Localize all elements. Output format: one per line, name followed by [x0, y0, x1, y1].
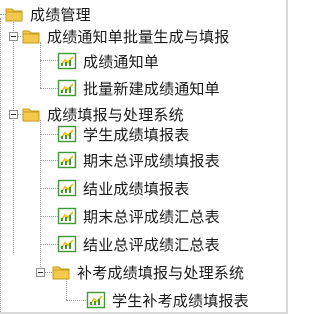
tree-node-root[interactable]: 成绩管理 [4, 2, 91, 26]
tree-node-report[interactable]: 学生成绩填报表 [57, 122, 189, 146]
report-icon [57, 125, 77, 143]
tree-node-label: 学生补考成绩填报表 [112, 291, 249, 310]
report-icon [57, 52, 77, 70]
tree-node-folder[interactable]: 成绩通知单批量生成与填报 [21, 24, 229, 48]
tree-node-report[interactable]: 成绩通知单 [57, 49, 159, 73]
tree-node-folder[interactable]: 补考成绩填报与处理系统 [51, 260, 244, 284]
tree-node-report[interactable]: 期末总评成绩填报表 [57, 148, 220, 172]
tree-node-label: 补考成绩填报与处理系统 [77, 263, 245, 282]
folder-icon [52, 266, 70, 280]
folder-icon [22, 108, 40, 122]
tree-connector [0, 18, 1, 314]
tree-view[interactable]: 成绩管理 成绩通知单批量生成与填报 成绩通知单 批量新建成绩通知单 成绩填报与处… [0, 0, 288, 314]
tree-node-label: 成绩管理 [30, 5, 91, 24]
report-icon [57, 79, 77, 97]
tree-node-label: 成绩通知单批量生成与填报 [47, 27, 230, 46]
report-icon [86, 291, 106, 309]
tree-node-label: 期末总评成绩汇总表 [83, 207, 220, 226]
tree-node-report[interactable]: 结业成绩填报表 [57, 176, 189, 200]
tree-node-report[interactable]: 结业总评成绩汇总表 [57, 232, 220, 256]
folder-icon [5, 8, 23, 22]
collapse-toggle[interactable] [36, 268, 45, 277]
folder-icon [22, 30, 40, 44]
tree-connector [13, 22, 14, 253]
tree-connector [40, 42, 41, 88]
tree-node-label: 结业总评成绩汇总表 [83, 235, 220, 254]
report-icon [57, 151, 77, 169]
tree-node-label: 学生成绩填报表 [83, 125, 190, 144]
tree-connector [66, 300, 88, 301]
tree-connector [40, 120, 41, 273]
report-icon [57, 207, 77, 225]
report-icon [57, 179, 77, 197]
collapse-toggle[interactable] [9, 110, 18, 119]
tree-node-label: 批量新建成绩通知单 [83, 79, 220, 98]
panel-border [286, 0, 288, 314]
tree-node-report[interactable]: 学生补考成绩填报表 [86, 288, 249, 312]
tree-node-label: 成绩通知单 [83, 52, 160, 71]
tree-node-report[interactable]: 期末总评成绩汇总表 [57, 204, 220, 228]
tree-node-label: 结业成绩填报表 [83, 179, 190, 198]
collapse-toggle[interactable] [9, 32, 18, 41]
tree-node-report[interactable]: 批量新建成绩通知单 [57, 76, 220, 100]
report-icon [57, 235, 77, 253]
tree-node-label: 期末总评成绩填报表 [83, 151, 220, 170]
